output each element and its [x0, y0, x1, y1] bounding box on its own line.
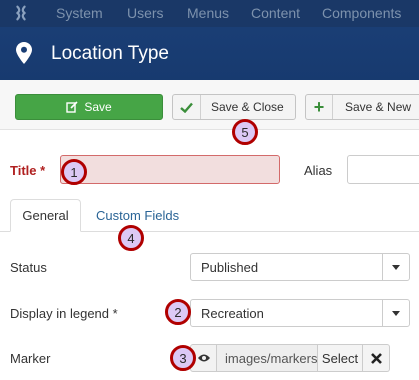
save-new-button[interactable]: + Save & New — [305, 94, 419, 120]
close-icon[interactable] — [363, 344, 390, 372]
joomla-logo-icon[interactable] — [12, 4, 30, 22]
edit-icon — [66, 101, 78, 113]
marker-media-field: images/markers Select — [190, 344, 390, 372]
callout-marker: 3 — [170, 345, 196, 371]
callout-marker: 4 — [118, 225, 144, 251]
chevron-down-icon[interactable] — [382, 254, 409, 280]
title-label: Title * — [10, 163, 46, 178]
status-value: Published — [201, 260, 259, 275]
marker-label: Marker — [10, 351, 51, 366]
map-pin-icon — [16, 42, 32, 64]
tab-custom-fields[interactable]: Custom Fields — [96, 208, 179, 223]
callout-marker: 1 — [61, 159, 87, 185]
nav-content[interactable]: Content — [251, 5, 300, 21]
alias-label: Alias — [304, 163, 333, 178]
nav-components[interactable]: Components — [322, 5, 401, 21]
check-icon — [173, 95, 201, 119]
save-button[interactable]: Save — [15, 94, 163, 120]
marker-path-input[interactable]: images/markers — [217, 344, 317, 372]
legend-select[interactable]: Recreation — [190, 299, 410, 327]
tab-general[interactable]: General — [10, 199, 81, 232]
page-title: Location Type — [51, 43, 169, 64]
top-nav-bar: System Users Menus Content Components — [0, 0, 419, 27]
legend-label: Display in legend * — [10, 306, 118, 321]
alias-field[interactable] — [347, 155, 419, 184]
plus-icon: + — [306, 95, 333, 119]
legend-value: Recreation — [201, 306, 264, 321]
save-button-label: Save — [84, 100, 112, 114]
nav-system[interactable]: System — [56, 5, 103, 21]
title-field[interactable] — [60, 155, 280, 184]
status-label: Status — [10, 260, 47, 275]
toolbar: Save Save & Close + Save & New — [0, 80, 419, 130]
callout-marker: 2 — [165, 299, 191, 325]
marker-select-button[interactable]: Select — [317, 344, 363, 372]
nav-users[interactable]: Users — [127, 5, 164, 21]
save-new-label: Save & New — [345, 100, 412, 114]
save-close-button[interactable]: Save & Close — [172, 94, 296, 120]
chevron-down-icon[interactable] — [382, 300, 409, 326]
save-close-label: Save & Close — [211, 100, 284, 114]
nav-menus[interactable]: Menus — [187, 5, 229, 21]
status-select[interactable]: Published — [190, 253, 410, 281]
page-header: Location Type — [0, 27, 419, 80]
callout-marker: 5 — [232, 119, 258, 145]
